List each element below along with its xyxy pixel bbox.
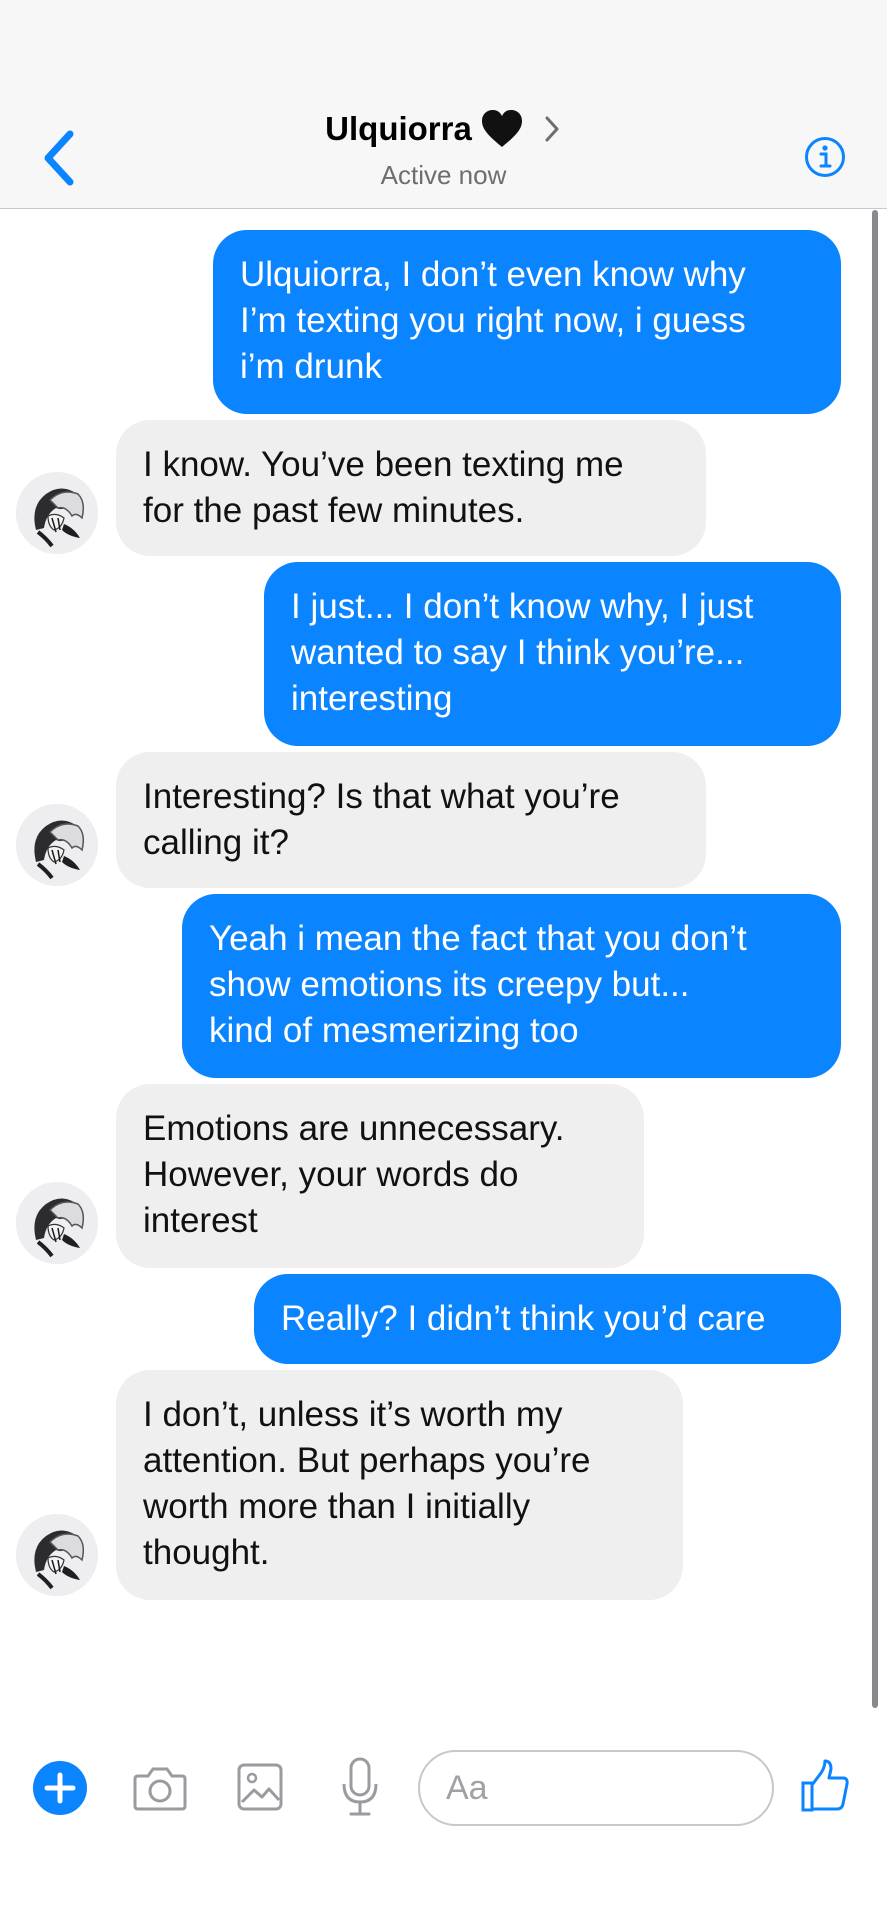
contact-avatar-image [16,1514,98,1596]
microphone-button[interactable] [340,1756,380,1818]
scrollbar[interactable] [872,210,878,1708]
message-input[interactable]: Aa [418,1750,774,1826]
outgoing-message[interactable]: Really? I didn’t think you’d care [254,1274,841,1364]
microphone-icon [342,1757,378,1816]
outgoing-message[interactable]: Ulquiorra, I don’t even know why I’m tex… [213,230,841,414]
avatar[interactable] [16,1514,98,1596]
plus-button[interactable] [32,1760,88,1816]
conversation-title[interactable]: Ulquiorra Active now [0,104,887,191]
incoming-message[interactable]: I don’t, unless it’s worth my attention.… [116,1370,683,1600]
title-row[interactable]: Ulquiorra [325,104,562,154]
contact-avatar-image [16,804,98,886]
avatar[interactable] [16,804,98,886]
contact-avatar-image [16,1182,98,1264]
incoming-message[interactable]: I know. You’ve been texting me for the p… [116,420,706,556]
outgoing-message[interactable]: Yeah i mean the fact that you don’t show… [182,894,841,1078]
camera-icon [133,1767,187,1811]
avatar[interactable] [16,472,98,554]
contact-avatar-image [16,472,98,554]
gallery-button[interactable] [236,1762,284,1812]
avatar[interactable] [16,1182,98,1264]
outgoing-message[interactable]: I just... I don’t know why, I just wante… [264,562,841,746]
chevron-right-icon [545,116,559,142]
messenger-chat-screen: Ulquiorra Active now Ulquiorra, I don’t … [0,0,887,1920]
photo-icon [237,1763,283,1811]
contact-name: Ulquiorra [325,110,472,147]
like-button[interactable] [800,1758,850,1814]
info-icon [805,137,845,177]
message-input-placeholder: Aa [446,1768,488,1807]
active-status: Active now [380,160,507,190]
plus-icon [33,1761,87,1815]
chat-header: Ulquiorra Active now [0,0,887,209]
incoming-message[interactable]: Emotions are unnecessary. However, your … [116,1084,644,1268]
thumbs-up-icon [801,1759,849,1812]
info-button[interactable] [804,136,846,178]
black-heart-icon [481,110,522,147]
incoming-message[interactable]: Interesting? Is that what you’re calling… [116,752,706,888]
camera-button[interactable] [132,1762,188,1814]
